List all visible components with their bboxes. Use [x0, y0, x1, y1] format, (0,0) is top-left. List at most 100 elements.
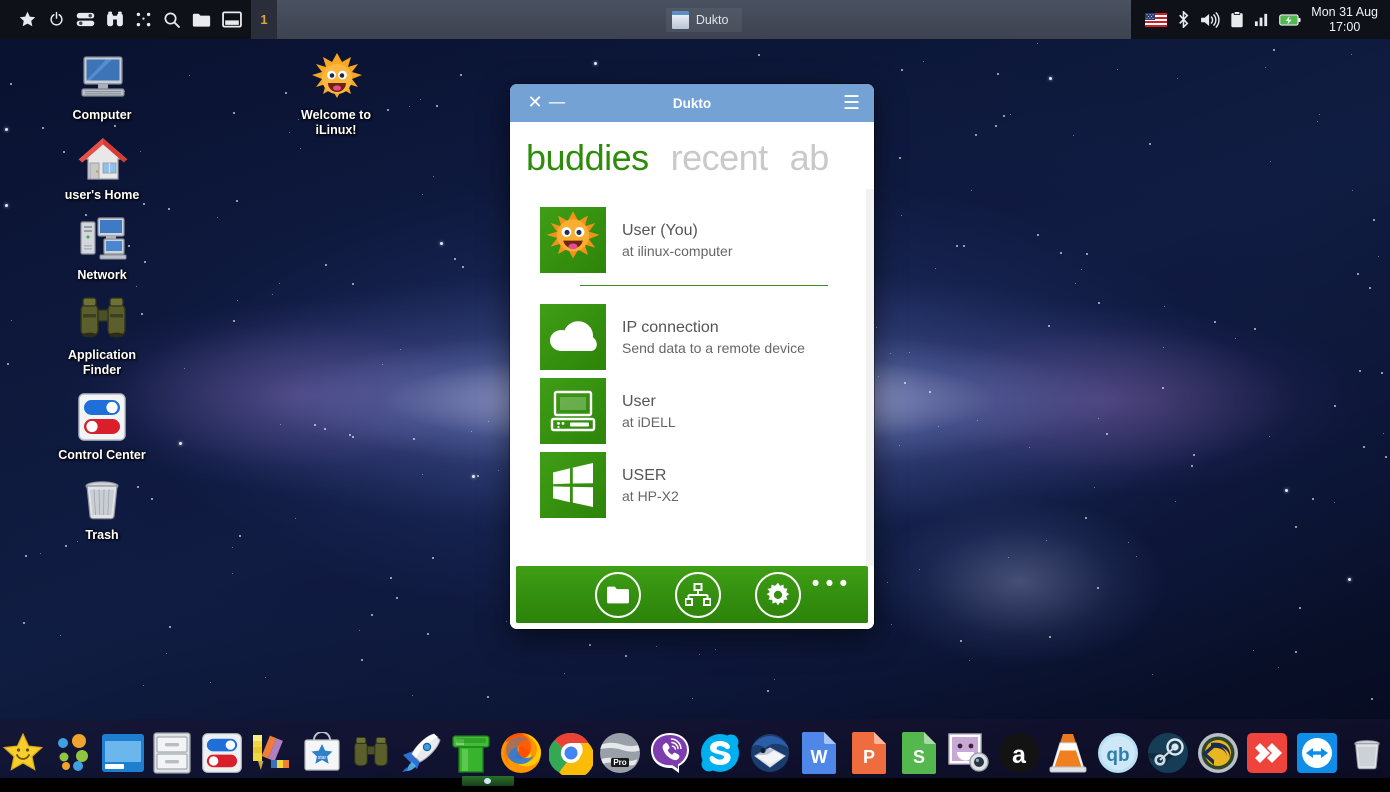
dock-software-store[interactable]: star: [299, 729, 345, 777]
dock-pipe-installer[interactable]: [448, 729, 494, 777]
buddy-item-me[interactable]: User (You) at ilinux-computer: [510, 203, 874, 277]
show-desktop-icon[interactable]: [222, 11, 242, 28]
dock-presentation[interactable]: P: [846, 729, 892, 777]
minimize-icon[interactable]: —: [546, 94, 568, 112]
buddy-name: User: [622, 392, 656, 410]
dock-file-manager[interactable]: [149, 729, 195, 777]
dock-teamviewer[interactable]: [1294, 729, 1340, 777]
dock-firefox[interactable]: [498, 729, 544, 777]
dock-spreadsheet[interactable]: S: [896, 729, 942, 777]
dock-anydesk[interactable]: [1245, 729, 1291, 777]
task-button-label: Dukto: [695, 12, 729, 27]
binoculars-icon[interactable]: [106, 11, 124, 28]
send-folder-button[interactable]: [595, 571, 641, 618]
buddy-host: at iDELL: [622, 413, 676, 430]
dock-rocket-launcher[interactable]: [398, 729, 444, 777]
hamburger-menu-icon[interactable]: ☰: [843, 93, 860, 113]
clock[interactable]: Mon 31 Aug 17:00: [1311, 5, 1378, 35]
search-icon[interactable]: [163, 11, 181, 29]
desktop-icon-network[interactable]: Network: [46, 212, 158, 283]
buddy-item-hp-x2[interactable]: USER at HP-X2: [510, 448, 874, 522]
svg-text:W: W: [811, 747, 828, 767]
buddy-names: USER at HP-X2: [622, 467, 679, 504]
volume-icon[interactable]: [1200, 11, 1220, 28]
desktop-icon-app-finder[interactable]: Application Finder: [46, 292, 158, 378]
dock-thunderbird[interactable]: [747, 729, 793, 777]
tab-about[interactable]: ab: [790, 137, 830, 179]
dukto-titlebar[interactable]: ✕ — Dukto ☰: [510, 84, 874, 122]
dock-vlc[interactable]: [1045, 729, 1091, 777]
battery-icon[interactable]: [1279, 13, 1301, 27]
settings-button[interactable]: [755, 571, 801, 618]
dock-pro-browser[interactable]: Pro: [597, 729, 643, 777]
dock-qbittorrent[interactable]: qb: [1095, 729, 1141, 777]
desktop-computer-icon: [540, 378, 606, 444]
desktop-icon-welcome[interactable]: Welcome to iLinux!: [280, 52, 392, 138]
grid-dots-icon[interactable]: [135, 11, 152, 28]
buddy-separator: [580, 285, 828, 286]
dukto-toolbar: •••: [516, 566, 868, 623]
dock-app-grid[interactable]: [50, 729, 96, 777]
keyboard-layout-flag-icon[interactable]: [1145, 12, 1168, 27]
buddy-item-idell[interactable]: User at iDELL: [510, 374, 874, 448]
buddy-names: User at iDELL: [622, 393, 676, 430]
dock-amazon[interactable]: a: [996, 729, 1042, 777]
dock-image-viewer[interactable]: [946, 729, 992, 777]
dock-window-manager[interactable]: [100, 729, 146, 777]
clipboard-icon[interactable]: [1230, 11, 1244, 28]
settings-switch-icon[interactable]: [76, 11, 95, 28]
folder-icon[interactable]: [192, 12, 211, 28]
dock-application-finder[interactable]: [349, 729, 395, 777]
workspace-indicator-1[interactable]: 1: [251, 0, 277, 39]
bluetooth-icon[interactable]: [1177, 11, 1190, 28]
dock-trash[interactable]: [1344, 729, 1390, 777]
app-finder-label-line2: Finder: [82, 363, 122, 377]
desktop-icon-trash[interactable]: Trash: [46, 472, 158, 543]
tab-recent[interactable]: recent: [671, 137, 769, 179]
top-panel: 1 Dukto Mon 31 Aug 17:00: [0, 0, 1390, 39]
desktop-screen: 1 Dukto Mon 31 Aug 17:00 Computer Welcom…: [0, 0, 1390, 792]
dock-star-menu[interactable]: [0, 729, 46, 777]
window-icon: [671, 10, 689, 29]
power-icon[interactable]: [48, 11, 65, 28]
dukto-tabs: buddies recent ab: [510, 122, 874, 189]
desktop-icon-label: Application Finder: [68, 348, 136, 378]
welcome-label-line1: Welcome to: [301, 108, 371, 122]
dock-viber[interactable]: [647, 729, 693, 777]
dock-color-picker[interactable]: [249, 729, 295, 777]
network-icon: [76, 212, 128, 264]
desktop-icon-home[interactable]: user's Home: [46, 132, 158, 203]
task-button-dukto[interactable]: Dukto: [665, 7, 743, 32]
send-to-network-button[interactable]: [675, 571, 721, 618]
binoculars-icon: [76, 292, 128, 344]
svg-text:qb: qb: [1107, 745, 1130, 766]
svg-text:P: P: [863, 747, 875, 767]
desktop-icon-computer[interactable]: Computer: [46, 52, 158, 123]
sun-smiley-icon: [540, 207, 606, 273]
desktop-icon-label: Control Center: [58, 448, 146, 462]
task-list: Dukto: [277, 0, 1131, 39]
buddy-item-ip-connection[interactable]: IP connection Send data to a remote devi…: [510, 300, 874, 374]
dock-timeshift[interactable]: [1195, 729, 1241, 777]
desktop-icon-label: Network: [77, 268, 127, 282]
dukto-body: buddies recent ab User (You) at ilinux-c…: [510, 122, 874, 629]
dock-running-indicator: [462, 776, 514, 786]
dock-chrome[interactable]: [548, 729, 594, 777]
trash-icon: [76, 472, 128, 524]
buddy-name: USER: [622, 466, 667, 484]
dock-control-center[interactable]: [199, 729, 245, 777]
tab-buddies[interactable]: buddies: [526, 137, 649, 179]
desktop-icon-label: user's Home: [64, 188, 140, 202]
dock-steam[interactable]: [1145, 729, 1191, 777]
windows-logo-icon: [540, 452, 606, 518]
vertical-scrollbar[interactable]: [866, 189, 874, 566]
buddy-host: Send data to a remote device: [622, 339, 805, 356]
close-icon[interactable]: ✕: [524, 94, 546, 112]
more-options-button[interactable]: •••: [809, 574, 851, 595]
dock-writer[interactable]: W: [797, 729, 843, 777]
dock-skype[interactable]: [697, 729, 743, 777]
network-signal-icon[interactable]: [1254, 12, 1269, 27]
dukto-window[interactable]: ✕ — Dukto ☰ buddies recent ab User (You)…: [510, 84, 874, 629]
desktop-icon-control-center[interactable]: Control Center: [46, 392, 158, 463]
star-icon[interactable]: [18, 10, 37, 29]
